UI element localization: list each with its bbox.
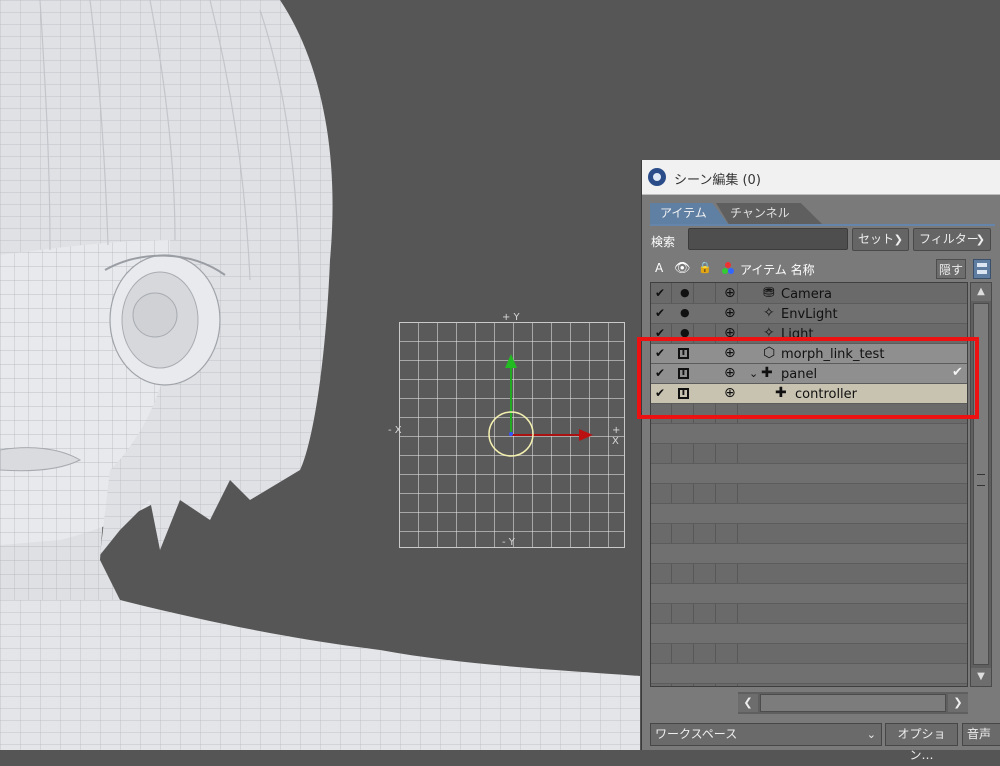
- search-label: 検索: [651, 235, 676, 249]
- tab-underline: [650, 224, 995, 226]
- item-name: EnvLight: [781, 307, 838, 322]
- lock-icon[interactable]: 🔒: [698, 261, 712, 274]
- item-name: Camera: [781, 287, 833, 302]
- chevron-down-icon: ❯: [893, 233, 903, 246]
- tab-items[interactable]: アイテム: [650, 203, 728, 224]
- horizontal-scrollbar[interactable]: ❮ ❯: [738, 692, 968, 714]
- light-icon: ✧: [763, 305, 775, 321]
- set-dropdown[interactable]: セット ❯: [852, 228, 909, 251]
- axis-gizmo[interactable]: [399, 322, 625, 548]
- plus-x-label: + X: [612, 425, 621, 447]
- eye-icon[interactable]: 👁: [674, 261, 691, 276]
- filter-label: フィルター: [919, 232, 979, 246]
- empty-row: [651, 584, 967, 604]
- visible-dot-icon[interactable]: ●: [680, 306, 690, 319]
- layout-toggle-icon[interactable]: [973, 259, 991, 279]
- empty-row: [651, 424, 967, 444]
- empty-row: [651, 604, 967, 624]
- search-input[interactable]: [688, 228, 848, 250]
- empty-row: [651, 644, 967, 664]
- list-item-camera[interactable]: ✔ ● ⊕ ⛃ Camera: [651, 284, 967, 304]
- minus-x-label: - X: [388, 425, 402, 436]
- app-logo-icon: [648, 168, 666, 186]
- scene-editor-titlebar[interactable]: シーン編集 (0): [642, 160, 1000, 195]
- color-dots-icon[interactable]: [721, 261, 735, 278]
- empty-row: [651, 664, 967, 684]
- scroll-left-icon[interactable]: ❮: [738, 694, 758, 712]
- target-icon[interactable]: ⊕: [724, 285, 736, 301]
- list-item-envlight[interactable]: ✔ ● ⊕ ✧ EnvLight: [651, 304, 967, 324]
- minus-y-label: - Y: [502, 537, 515, 548]
- workspace-label: ワークスペース: [655, 727, 738, 741]
- empty-row: [651, 484, 967, 504]
- horizontal-scroll-thumb[interactable]: [760, 694, 946, 712]
- target-icon[interactable]: ⊕: [724, 305, 736, 321]
- empty-row: [651, 524, 967, 544]
- scroll-down-icon[interactable]: ▼: [971, 668, 991, 686]
- highlight-annotation: [637, 337, 979, 419]
- grip-icon: [977, 474, 985, 486]
- empty-row: [651, 544, 967, 564]
- empty-row: [651, 504, 967, 524]
- column-active[interactable]: A: [655, 261, 663, 275]
- options-button[interactable]: オプション…: [885, 723, 958, 762]
- visible-dot-icon[interactable]: ●: [680, 286, 690, 299]
- scroll-right-icon[interactable]: ❯: [948, 694, 968, 712]
- hide-button[interactable]: 隠す: [936, 259, 966, 279]
- workspace-dropdown[interactable]: ワークスペース ⌄: [650, 723, 882, 746]
- filter-dropdown[interactable]: フィルター ❯: [913, 228, 991, 251]
- set-label: セット: [858, 232, 895, 246]
- view-grid-controller[interactable]: + Y - Y - X + X: [388, 312, 625, 548]
- empty-row: [651, 444, 967, 464]
- tab-channels[interactable]: チャンネル: [716, 203, 822, 224]
- active-check-icon[interactable]: ✔: [655, 306, 669, 320]
- window-title: シーン編集 (0): [674, 173, 761, 188]
- empty-row: [651, 464, 967, 484]
- active-check-icon[interactable]: ✔: [655, 286, 669, 300]
- column-header: A 👁 🔒 アイテム 名称: [650, 258, 968, 280]
- scroll-up-icon[interactable]: ▲: [971, 283, 991, 301]
- camera-icon: ⛃: [763, 285, 775, 301]
- plus-y-label: + Y: [502, 312, 520, 323]
- chevron-down-icon: ⌄: [866, 728, 876, 741]
- empty-row: [651, 564, 967, 584]
- scene-editor-panel: シーン編集 (0) アイテム チャンネル 検索 セット ❯ フィルター ❯ A …: [641, 160, 1000, 762]
- chevron-down-icon: ❯: [975, 233, 985, 246]
- empty-row: [651, 624, 967, 644]
- column-items-name[interactable]: アイテム 名称: [740, 261, 815, 278]
- audio-button[interactable]: 音声: [962, 723, 1000, 746]
